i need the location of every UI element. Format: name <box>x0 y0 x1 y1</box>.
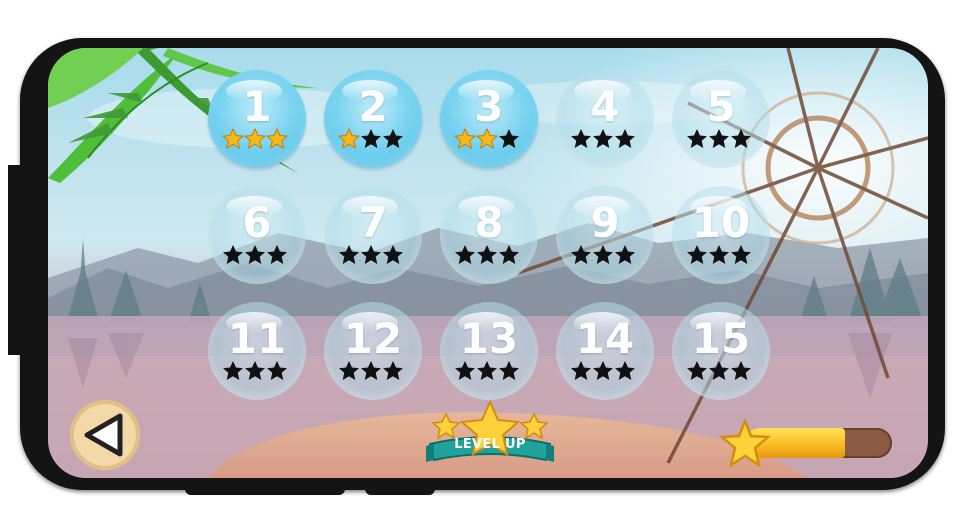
star-empty-icon <box>339 245 359 264</box>
star-empty-icon <box>571 129 591 148</box>
level-stars <box>338 360 408 382</box>
level-number: 11 <box>227 314 287 363</box>
level-button-2[interactable]: 2 <box>324 70 422 168</box>
level-button-6[interactable]: 6 <box>208 186 306 284</box>
level-stars <box>454 128 524 150</box>
star-icon <box>718 418 772 468</box>
level-number: 7 <box>358 198 388 247</box>
level-button-13[interactable]: 13 <box>440 302 538 400</box>
level-up-star-icon <box>426 399 554 462</box>
level-number: 3 <box>474 82 504 131</box>
level-stars <box>222 128 292 150</box>
level-stars <box>454 244 524 266</box>
star-empty-icon <box>383 129 403 148</box>
level-stars <box>454 360 524 382</box>
star-filled-icon <box>266 128 288 150</box>
level-number: 1 <box>242 82 272 131</box>
level-number: 4 <box>590 82 620 131</box>
star-empty-icon <box>361 361 381 380</box>
phone-side-button <box>365 487 435 495</box>
star-empty-icon <box>593 361 613 380</box>
level-stars <box>686 244 756 266</box>
star-empty-icon <box>709 361 729 380</box>
star-empty-icon <box>499 129 519 148</box>
level-number: 12 <box>343 314 403 363</box>
star-empty-icon <box>687 245 707 264</box>
star-empty-icon <box>615 361 635 380</box>
star-empty-icon <box>267 245 287 264</box>
level-button-1[interactable]: 1 <box>208 70 306 168</box>
level-up-badge[interactable]: LEVEL UP <box>424 399 556 472</box>
level-number: 14 <box>575 314 635 363</box>
star-empty-icon <box>245 245 265 264</box>
level-stars <box>222 244 292 266</box>
level-stars <box>570 128 640 150</box>
level-stars <box>338 128 408 150</box>
star-filled-icon <box>476 128 498 150</box>
star-empty-icon <box>361 129 381 148</box>
star-empty-icon <box>455 245 475 264</box>
level-number: 2 <box>358 82 388 131</box>
level-stars <box>686 128 756 150</box>
star-empty-icon <box>339 361 359 380</box>
level-button-5[interactable]: 5 <box>672 70 770 168</box>
star-empty-icon <box>477 245 497 264</box>
level-up-label: LEVEL UP <box>454 437 526 452</box>
star-empty-icon <box>499 245 519 264</box>
star-filled-icon <box>454 128 476 150</box>
star-empty-icon <box>687 361 707 380</box>
level-button-14[interactable]: 14 <box>556 302 654 400</box>
star-empty-icon <box>571 361 591 380</box>
progress-bar <box>718 418 896 470</box>
star-empty-icon <box>245 361 265 380</box>
star-filled-icon <box>244 128 266 150</box>
phone-side-button <box>185 487 345 495</box>
star-empty-icon <box>223 245 243 264</box>
star-empty-icon <box>499 361 519 380</box>
level-button-12[interactable]: 12 <box>324 302 422 400</box>
level-button-15[interactable]: 15 <box>672 302 770 400</box>
level-button-3[interactable]: 3 <box>440 70 538 168</box>
star-empty-icon <box>731 129 751 148</box>
level-stars <box>686 360 756 382</box>
star-empty-icon <box>383 245 403 264</box>
level-number: 13 <box>459 314 519 363</box>
star-empty-icon <box>687 129 707 148</box>
star-empty-icon <box>571 245 591 264</box>
star-empty-icon <box>267 361 287 380</box>
star-empty-icon <box>383 361 403 380</box>
level-button-10[interactable]: 10 <box>672 186 770 284</box>
level-button-8[interactable]: 8 <box>440 186 538 284</box>
level-number: 5 <box>706 82 736 131</box>
star-empty-icon <box>731 245 751 264</box>
star-filled-icon <box>222 128 244 150</box>
level-number: 10 <box>691 198 751 247</box>
level-stars <box>570 244 640 266</box>
level-button-4[interactable]: 4 <box>556 70 654 168</box>
triangle-left-icon <box>84 413 123 457</box>
star-empty-icon <box>477 361 497 380</box>
level-number: 8 <box>474 198 504 247</box>
star-empty-icon <box>593 245 613 264</box>
star-empty-icon <box>615 129 635 148</box>
level-stars <box>222 360 292 382</box>
back-button[interactable] <box>70 400 140 470</box>
star-filled-icon <box>338 128 360 150</box>
level-button-11[interactable]: 11 <box>208 302 306 400</box>
level-stars <box>338 244 408 266</box>
star-empty-icon <box>593 129 613 148</box>
level-button-9[interactable]: 9 <box>556 186 654 284</box>
star-empty-icon <box>223 361 243 380</box>
star-empty-icon <box>709 129 729 148</box>
level-number: 6 <box>242 198 272 247</box>
star-empty-icon <box>731 361 751 380</box>
level-number: 9 <box>590 198 620 247</box>
star-empty-icon <box>615 245 635 264</box>
star-empty-icon <box>709 245 729 264</box>
level-button-7[interactable]: 7 <box>324 186 422 284</box>
star-empty-icon <box>361 245 381 264</box>
level-number: 15 <box>691 314 751 363</box>
level-stars <box>570 360 640 382</box>
star-empty-icon <box>455 361 475 380</box>
